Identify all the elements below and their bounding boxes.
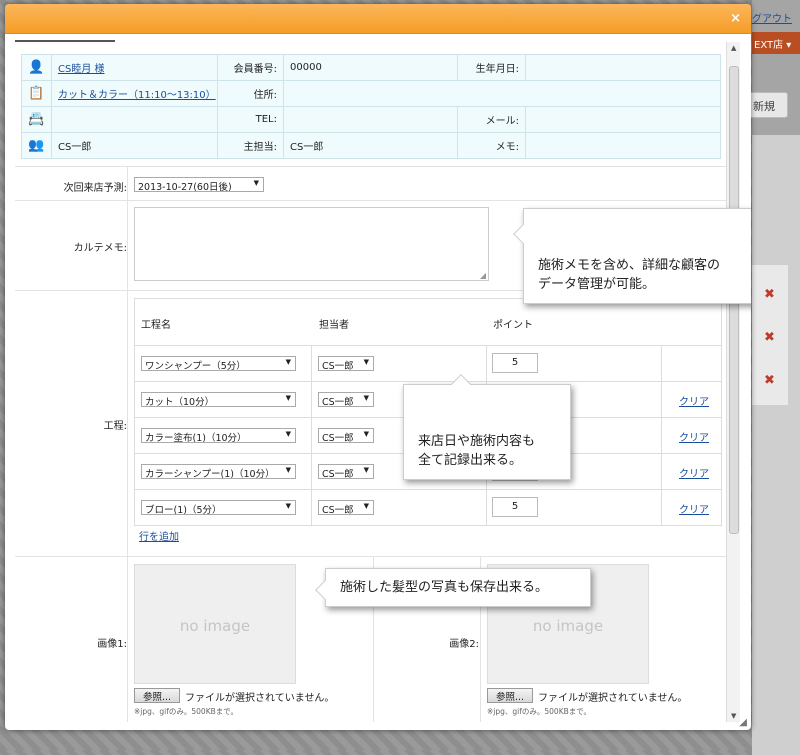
tab-indicator — [15, 40, 115, 42]
staff-select[interactable]: CS一郎 ▼ — [318, 356, 374, 371]
staff-name: CS一郎 — [51, 132, 218, 159]
address-value — [283, 80, 721, 107]
clear-link[interactable]: クリア — [679, 465, 709, 480]
course-link[interactable]: カット＆カラー（11:10〜13:10） — [58, 90, 216, 101]
browse-button[interactable]: 参照... — [487, 688, 533, 703]
clear-link[interactable]: クリア — [679, 393, 709, 408]
customer-info-table: 👤 CS睦月 様 会員番号: 00000 生年月日: 📋 カット＆カラー（11:… — [21, 54, 721, 159]
staff-select[interactable]: CS一郎 ▼ — [318, 500, 374, 515]
birthday-label: 生年月日: — [457, 54, 526, 81]
chevron-down-icon: ▼ — [285, 394, 291, 402]
modal-scrollbar[interactable]: ▲ ≡ ▼ — [726, 42, 740, 722]
photo-callout: 施術した髪型の写真も保存出来る。 — [315, 568, 591, 607]
delete-icon[interactable]: ✖ — [764, 287, 775, 302]
image2-label: 画像2: — [449, 639, 479, 650]
clipboard-icon: 📋 — [21, 80, 52, 107]
member-no-value: 00000 — [283, 54, 458, 81]
next-visit-select[interactable]: 2013-10-27(60日後) ▼ — [134, 177, 264, 192]
browse-button[interactable]: 参照... — [134, 688, 180, 703]
mail-value — [525, 106, 721, 133]
staff-icon: 👥 — [21, 132, 52, 159]
no-file-text: ファイルが選択されていません。 — [538, 693, 688, 704]
chevron-down-icon: ▼ — [363, 466, 369, 474]
background-panel — [752, 135, 800, 755]
tel-value — [283, 106, 458, 133]
chevron-down-icon: ▼ — [253, 179, 259, 187]
memo-value — [525, 132, 721, 159]
step-select[interactable]: カラーシャンプー(1)（10分） ▼ — [141, 464, 296, 479]
file-hint: ※jpg、gifのみ。500KBまで。 — [487, 707, 591, 716]
modal-titlebar: × — [5, 4, 751, 34]
chevron-down-icon: ▼ — [285, 466, 291, 474]
customer-karte-modal: × 👤 CS睦月 様 会員番号: 00000 生年月日: 📋 カット＆カラー（1… — [5, 4, 751, 730]
scroll-up-icon[interactable]: ▲ — [731, 44, 736, 52]
main-staff-label: 主担当: — [217, 132, 284, 159]
chevron-down-icon: ▼ — [285, 502, 291, 510]
birthday-value — [525, 54, 721, 81]
main-staff-value: CS一郎 — [283, 132, 458, 159]
scroll-down-icon[interactable]: ▼ — [731, 712, 736, 720]
image1-preview: no image — [134, 564, 296, 684]
staff-select[interactable]: CS一郎 ▼ — [318, 464, 374, 479]
delete-icon[interactable]: ✖ — [764, 373, 775, 388]
steps-callout: 来店日や施術内容も 全て記録出来る。 — [403, 374, 571, 480]
staff-select[interactable]: CS一郎 ▼ — [318, 392, 374, 407]
image1-label: 画像1: — [97, 639, 127, 650]
step-select[interactable]: ワンシャンプー（5分） ▼ — [141, 356, 296, 371]
step-row: ブロー(1)（5分） ▼ CS一郎 ▼ 5 クリア — [135, 489, 721, 525]
step-select[interactable]: カット（10分） ▼ — [141, 392, 296, 407]
step-select[interactable]: カラー塗布(1)（10分） ▼ — [141, 428, 296, 443]
point-input[interactable]: 5 — [492, 353, 538, 373]
address-label: 住所: — [217, 80, 284, 107]
clear-link[interactable]: クリア — [679, 429, 709, 444]
karte-memo-label: カルテメモ: — [73, 243, 127, 254]
chevron-down-icon: ▼ — [285, 430, 291, 438]
chevron-down-icon: ▼ — [363, 394, 369, 402]
column-header-step: 工程名 — [141, 320, 171, 331]
file-hint: ※jpg、gifのみ。500KBまで。 — [134, 707, 238, 716]
person-icon: 👤 — [21, 54, 52, 81]
column-header-staff: 担当者 — [319, 320, 349, 331]
memo-callout: 施術メモを含め、詳細な顧客の データ管理が可能。 — [513, 208, 751, 304]
close-icon[interactable]: × — [730, 11, 741, 26]
chevron-down-icon: ▼ — [363, 502, 369, 510]
steps-row: 工程: 工程名 担当者 ポイント ワンシャンプー（5分） ▼ CS一郎 ▼ 5 カッ… — [15, 290, 726, 556]
add-row-link[interactable]: 行を追加 — [139, 528, 179, 543]
new-button[interactable]: 新規 — [748, 92, 788, 118]
next-visit-label: 次回来店予測: — [63, 183, 127, 194]
clear-link[interactable]: クリア — [679, 501, 709, 516]
step-select[interactable]: ブロー(1)（5分） ▼ — [141, 500, 296, 515]
modal-content: 👤 CS睦月 様 会員番号: 00000 生年月日: 📋 カット＆カラー（11:… — [15, 46, 726, 722]
logout-link[interactable]: グアウト — [752, 10, 792, 25]
karte-memo-textarea[interactable]: ◢ — [134, 207, 489, 281]
memo-label: メモ: — [457, 132, 526, 159]
chevron-down-icon: ▼ — [285, 358, 291, 366]
tel-label: TEL: — [217, 106, 284, 133]
next-visit-row: 次回来店予測: 2013-10-27(60日後) ▼ — [15, 166, 726, 200]
column-header-point: ポイント — [493, 320, 533, 331]
mail-label: メール: — [457, 106, 526, 133]
delete-icon[interactable]: ✖ — [764, 330, 775, 345]
chevron-down-icon: ▼ — [363, 430, 369, 438]
resize-grip-icon[interactable]: ◢ — [480, 271, 486, 280]
no-file-text: ファイルが選択されていません。 — [185, 693, 335, 704]
customer-name-link[interactable]: CS睦月 様 — [58, 64, 105, 75]
steps-label: 工程: — [103, 421, 127, 432]
staff-select[interactable]: CS一郎 ▼ — [318, 428, 374, 443]
chevron-down-icon: ▼ — [363, 358, 369, 366]
resize-grip-icon[interactable]: ◢ — [739, 717, 747, 728]
member-no-label: 会員番号: — [217, 54, 284, 81]
shop-selector[interactable]: EXT店 ▾ — [752, 32, 800, 54]
contact-card-icon: 📇 — [21, 106, 52, 133]
point-input[interactable]: 5 — [492, 497, 538, 517]
step-row: ワンシャンプー（5分） ▼ CS一郎 ▼ 5 — [135, 345, 721, 381]
